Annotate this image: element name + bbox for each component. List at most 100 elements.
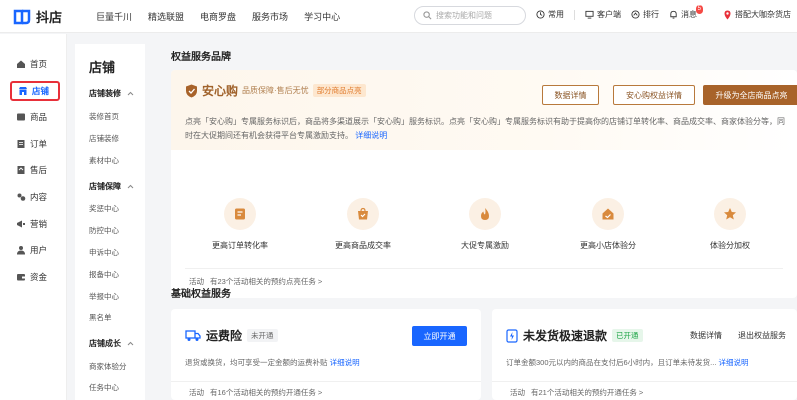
main-content: 权益服务品牌 安心购 品质保障·售后无忧 部分商品点亮 数据详情 安心购权益详情… xyxy=(157,34,797,400)
subnav-group-decoration[interactable]: 店铺装修 xyxy=(89,88,134,99)
refund-detail-link[interactable]: 详细说明 xyxy=(719,358,749,367)
freight-description: 退货或换货，均可享受一定金额的运费补贴 详细说明 xyxy=(185,357,360,368)
feature-item: 大促专属激励 xyxy=(440,198,530,251)
sidebar-item-marketing[interactable]: 营销 xyxy=(10,214,60,234)
ranking-button[interactable]: 排行 xyxy=(631,9,659,20)
subnav-link[interactable]: 防控中心 xyxy=(89,225,119,236)
anxingou-status-tag: 部分商品点亮 xyxy=(312,84,366,97)
order-conversion-icon xyxy=(235,208,245,220)
chevron-up-icon xyxy=(127,341,134,346)
chevron-up-icon xyxy=(127,184,134,189)
freight-detail-link[interactable]: 详细说明 xyxy=(330,358,360,367)
sidebar-item-store[interactable]: 店铺 xyxy=(10,81,60,101)
card-divider xyxy=(185,268,783,269)
subnav-link[interactable]: 装修首页 xyxy=(89,111,119,122)
subnav-link[interactable]: 店铺装修 xyxy=(89,133,119,144)
feature-icon-circle xyxy=(347,198,379,230)
anxingou-description: 点亮「安心购」专属服务标识后，商品将多渠道展示「安心购」服务标识。点亮「安心购」… xyxy=(185,115,785,143)
refund-activity-link[interactable]: 活动 有21个活动相关的预约开通任务 > xyxy=(510,387,643,398)
client-label: 客户端 xyxy=(597,10,621,19)
sidebar-label: 内容 xyxy=(30,192,48,202)
search-input[interactable]: 搜索功能和问题 xyxy=(414,6,526,25)
refund-title-row: 未发货极速退款 已开通 xyxy=(506,327,643,344)
topnav-item[interactable]: 巨量千川 xyxy=(96,10,132,23)
content-icon xyxy=(17,193,26,201)
refund-description: 订单金额300元以内的商品在支付后6小时内，且订单未待发货... 详细说明 xyxy=(506,357,749,368)
sidebar-label: 资金 xyxy=(30,272,48,282)
detail-link[interactable]: 详细说明 xyxy=(355,131,387,140)
sidebar-item-aftersale[interactable]: 售后 xyxy=(10,160,60,180)
card-divider xyxy=(492,381,797,382)
goods-icon xyxy=(17,113,25,121)
wallet-icon xyxy=(17,274,25,281)
account-menu[interactable]: 搭配大咖杂货店 xyxy=(724,9,791,20)
deal-rate-icon xyxy=(358,207,368,220)
subnav-group-label: 店铺装修 xyxy=(89,89,121,98)
messages-button[interactable]: 消息 5 xyxy=(669,5,703,20)
sidebar-item-users[interactable]: 用户 xyxy=(10,240,60,260)
app-logo[interactable]: 抖店 xyxy=(12,7,62,26)
subnav-link[interactable]: 商家体验分 xyxy=(89,361,127,372)
activity-label: 活动 xyxy=(510,388,525,397)
subnav-link[interactable]: 黑名单 xyxy=(89,312,112,323)
topnav-item[interactable]: 精选联盟 xyxy=(148,10,184,23)
subnav-link[interactable]: 举报中心 xyxy=(89,291,119,302)
monitor-icon xyxy=(585,10,594,19)
feature-icon-circle xyxy=(224,198,256,230)
chevron-up-icon xyxy=(127,91,134,96)
upgrade-all-button[interactable]: 升级为全店商品点亮 xyxy=(703,85,797,105)
fast-refund-card: 未发货极速退款 已开通 数据详情 退出权益服务 订单金额300元以内的商品在支付… xyxy=(492,309,797,400)
subnav-group-protection[interactable]: 店铺保障 xyxy=(89,181,134,192)
secondary-sidebar: 店铺 店铺装修 装修首页 店铺装修 素材中心 店铺保障 奖惩中心 防控中心 申诉… xyxy=(75,44,145,400)
marketing-icon xyxy=(17,220,25,228)
client-button[interactable]: 客户端 xyxy=(585,9,621,20)
subnav-link[interactable]: 素材中心 xyxy=(89,155,119,166)
refund-name: 未发货极速退款 xyxy=(523,329,608,343)
freight-description-text: 退货或换货，均可享受一定金额的运费补贴 xyxy=(185,358,328,367)
freight-activity-link[interactable]: 活动 有16个活动相关的预约开通任务 > xyxy=(189,387,322,398)
common-button[interactable]: 常用 xyxy=(536,9,564,20)
topnav-item[interactable]: 学习中心 xyxy=(304,10,340,23)
douyin-store-logo-icon xyxy=(13,9,31,24)
message-count-badge: 5 xyxy=(695,5,703,14)
freight-status-tag: 未开通 xyxy=(247,329,278,342)
clock-icon xyxy=(536,10,545,19)
refund-data-link[interactable]: 数据详情 xyxy=(690,330,722,341)
anxingou-slogan: 品质保障·售后无忧 xyxy=(242,86,309,95)
sidebar-item-orders[interactable]: 订单 xyxy=(10,134,60,154)
shield-icon xyxy=(186,84,197,97)
order-icon xyxy=(17,140,25,148)
sidebar-item-home[interactable]: 首页 xyxy=(10,54,60,74)
sidebar-item-funds[interactable]: 资金 xyxy=(10,267,60,287)
feature-label: 更高订单转化率 xyxy=(212,241,268,250)
subnav-link[interactable]: 奖惩中心 xyxy=(89,203,119,214)
toolbar: 常用 客户端 排行 消息 5 xyxy=(536,5,703,20)
anxingou-card: 安心购 品质保障·售后无忧 部分商品点亮 数据详情 安心购权益详情 升级为全店商… xyxy=(171,70,797,298)
topnav-item[interactable]: 服务市场 xyxy=(252,10,288,23)
feature-icon-circle xyxy=(592,198,624,230)
activate-freight-button[interactable]: 立即开通 xyxy=(412,326,467,346)
feature-label: 更高商品成交率 xyxy=(335,241,391,250)
subnav-link[interactable]: 任务中心 xyxy=(89,382,119,393)
sidebar-item-goods[interactable]: 商品 xyxy=(10,107,60,127)
topnav-item[interactable]: 电商罗盘 xyxy=(200,10,236,23)
sidebar-item-content[interactable]: 内容 xyxy=(10,187,60,207)
subnav-link[interactable]: 申诉中心 xyxy=(89,247,119,258)
sidebar-label: 首页 xyxy=(30,59,48,69)
feature-label: 大促专属激励 xyxy=(461,241,509,250)
subnav-title: 店铺 xyxy=(89,60,116,75)
anxingou-brand: 安心购 品质保障·售后无忧 部分商品点亮 xyxy=(185,82,366,99)
anxingou-detail-button[interactable]: 安心购权益详情 xyxy=(613,85,695,105)
freight-title-row: 运费险 未开通 xyxy=(185,327,278,344)
freight-insurance-card: 运费险 未开通 立即开通 退货或换货，均可享受一定金额的运费补贴 详细说明 活动… xyxy=(171,309,481,400)
freight-name: 运费险 xyxy=(206,329,243,343)
data-detail-button[interactable]: 数据详情 xyxy=(542,85,599,105)
subnav-link[interactable]: 报备中心 xyxy=(89,269,119,280)
exit-service-link[interactable]: 退出权益服务 xyxy=(738,330,786,341)
store-icon xyxy=(19,87,27,95)
feature-label: 更高小店体验分 xyxy=(580,241,636,250)
subnav-group-growth[interactable]: 店铺成长 xyxy=(89,338,134,349)
top-nav: 巨量千川 精选联盟 电商罗盘 服务市场 学习中心 xyxy=(96,10,340,23)
activity-label: 活动 xyxy=(189,388,204,397)
truck-icon xyxy=(185,330,201,341)
